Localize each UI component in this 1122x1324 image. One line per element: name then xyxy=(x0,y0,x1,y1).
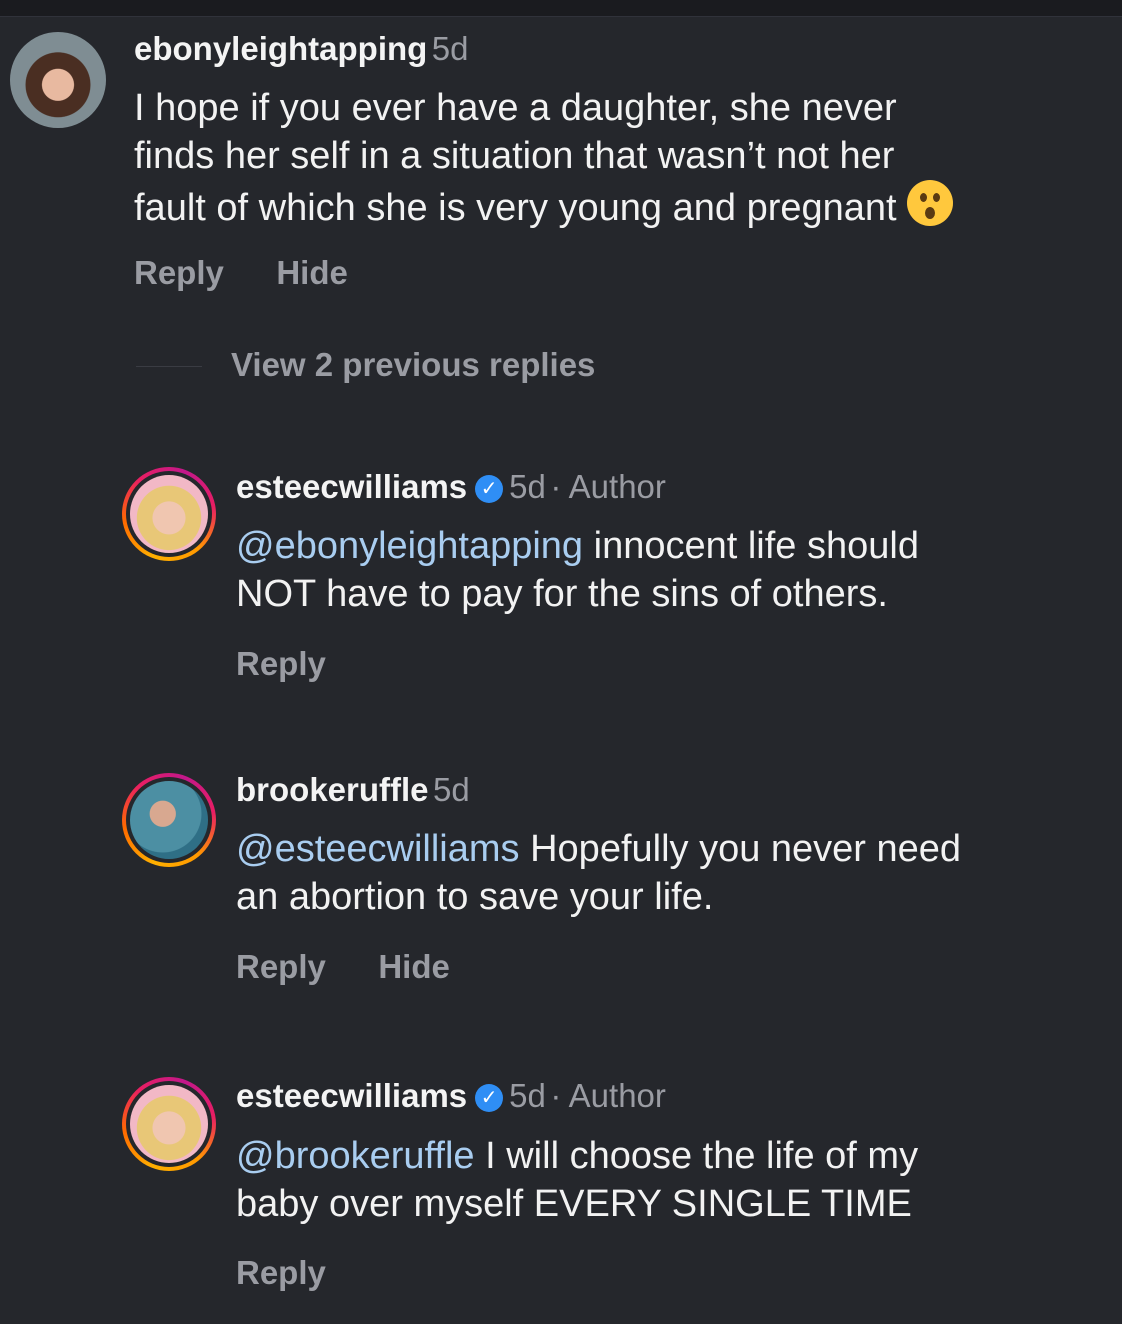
author-tag: · Author xyxy=(550,1077,666,1114)
comment-line: an abortion to save your life. xyxy=(236,876,714,918)
top-bar xyxy=(0,0,1122,17)
hide-button[interactable]: Hide xyxy=(378,948,450,985)
username[interactable]: ebonyleightapping xyxy=(134,30,427,67)
comment-line: I will choose the life of my xyxy=(474,1135,919,1177)
avatar xyxy=(130,1085,208,1163)
comment-body: @brookeruffle I will choose the life of … xyxy=(236,1132,918,1228)
reply-button[interactable]: Reply xyxy=(236,645,326,682)
verified-badge-icon: ✓ xyxy=(475,475,504,503)
comment-line: NOT have to pay for the sins of others. xyxy=(236,573,888,615)
comment-body: I hope if you ever have a daughter, she … xyxy=(134,84,953,232)
timestamp: 5d xyxy=(432,771,470,808)
avatar[interactable] xyxy=(10,32,106,128)
comment-line: I hope if you ever have a daughter, she … xyxy=(134,87,897,129)
username[interactable]: brookeruffle xyxy=(236,771,429,808)
verified-badge-icon: ✓ xyxy=(475,1084,504,1112)
mention-link[interactable]: @ebonyleightapping xyxy=(236,525,583,567)
reply-button[interactable]: Reply xyxy=(134,254,224,291)
reply-button[interactable]: Reply xyxy=(236,1254,326,1291)
comment-line: finds her self in a situation that wasn’… xyxy=(134,135,895,177)
username[interactable]: esteecwilliams xyxy=(236,468,467,505)
avatar-story-ring[interactable] xyxy=(122,1077,216,1171)
comment-body: @esteecwilliams Hopefully you never need… xyxy=(236,825,961,921)
username[interactable]: esteecwilliams xyxy=(236,1077,467,1114)
reply-button[interactable]: Reply xyxy=(236,948,326,985)
mention-link[interactable]: @esteecwilliams xyxy=(236,828,520,870)
mention-link[interactable]: @brookeruffle xyxy=(236,1135,475,1177)
avatar-story-ring[interactable] xyxy=(122,467,216,561)
author-tag: · Author xyxy=(550,468,666,505)
comment-line: Hopefully you never need xyxy=(519,828,962,870)
comment-body: @ebonyleightapping innocent life should … xyxy=(236,522,919,618)
hide-button[interactable]: Hide xyxy=(276,254,348,291)
timestamp: 5d xyxy=(431,30,469,67)
divider-line xyxy=(136,366,202,367)
timestamp: 5d xyxy=(509,1077,546,1114)
hushed-face-emoji-icon xyxy=(906,180,953,226)
view-previous-replies-button[interactable]: View 2 previous replies xyxy=(231,346,595,384)
comment-line: innocent life should xyxy=(583,525,919,567)
avatar xyxy=(130,781,208,859)
comment-line: baby over myself EVERY SINGLE TIME xyxy=(236,1183,912,1225)
avatar xyxy=(130,475,208,553)
comment-line: fault of which she is very young and pre… xyxy=(134,187,897,229)
timestamp: 5d xyxy=(509,468,546,505)
avatar-story-ring[interactable] xyxy=(122,773,216,867)
